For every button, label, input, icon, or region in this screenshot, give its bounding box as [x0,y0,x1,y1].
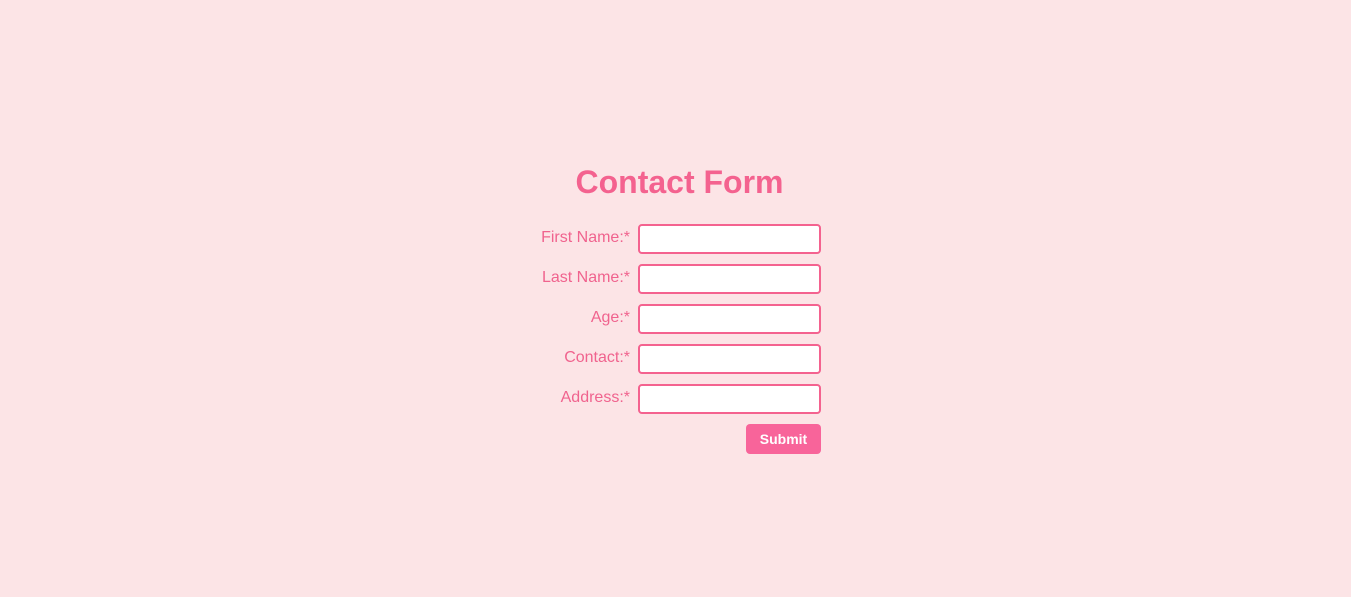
contact-label: Contact:* [564,349,630,366]
form-title: Contact Form [575,164,784,200]
first-name-field[interactable] [638,224,821,254]
page: Contact Form First Name:* Last Name:* Ag… [0,0,1351,597]
age-label: Age:* [590,309,630,326]
address-row: Address:* [470,384,822,414]
form-actions: Submit [470,424,822,454]
age-row: Age:* [470,304,822,334]
last-name-row: Last Name:* [470,264,822,294]
address-label: Address:* [560,389,630,406]
contact-row: Contact:* [470,344,822,374]
contact-form: First Name:* Last Name:* Age:* Contact:*… [470,224,822,454]
address-field[interactable] [638,384,821,414]
last-name-label: Last Name:* [541,269,630,286]
first-name-label: First Name:* [541,229,630,246]
first-name-row: First Name:* [470,224,822,254]
contact-field[interactable] [638,344,821,374]
submit-button[interactable]: Submit [746,424,821,454]
age-field[interactable] [638,304,821,334]
last-name-field[interactable] [638,264,821,294]
